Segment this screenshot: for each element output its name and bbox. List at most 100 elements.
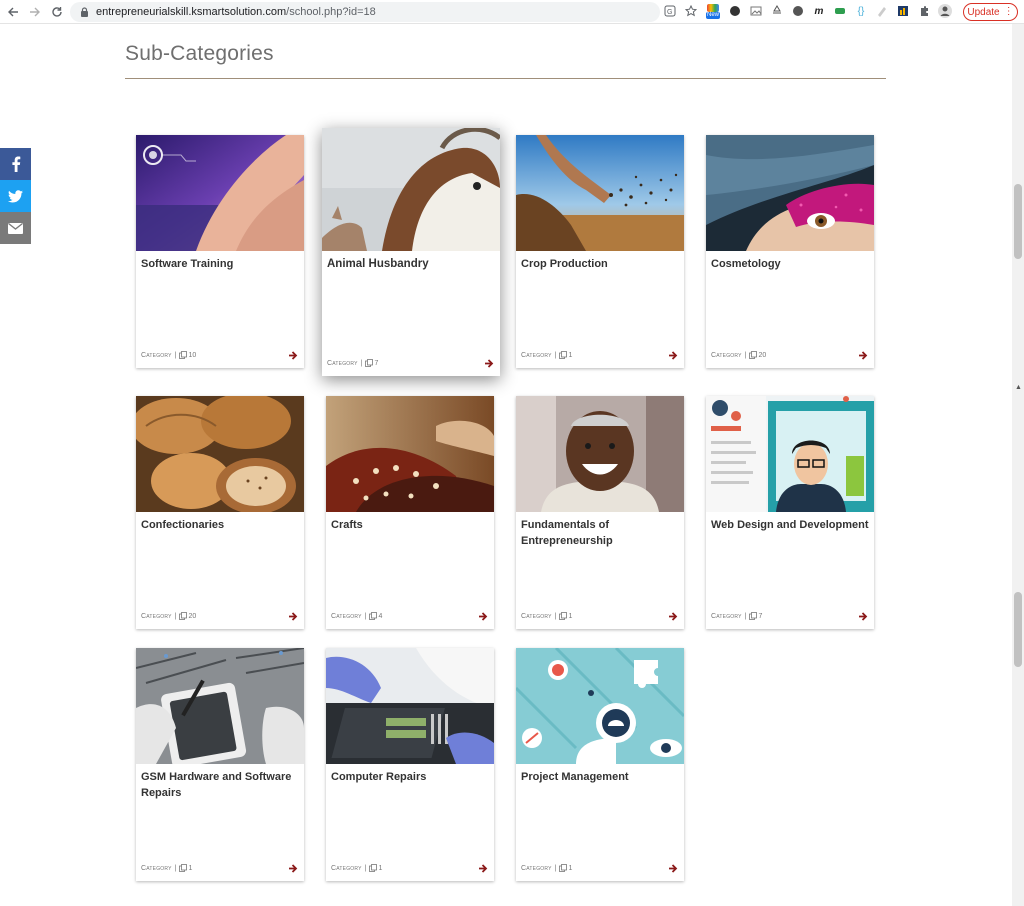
card-count: 1 [568,612,573,620]
scroll-up-arrow-icon[interactable]: ▲ [1015,384,1022,391]
arrow-right-icon[interactable] [859,612,868,621]
profile-avatar-icon[interactable] [937,3,953,19]
translate-icon[interactable]: G [662,3,678,19]
card-title[interactable]: Web Design and Development [711,517,869,533]
subcategory-card-project-management[interactable]: Project Management Category | 1 [516,648,684,881]
card-count: 1 [568,351,573,359]
card-type-label: Category [331,612,362,620]
card-title[interactable]: Animal Husbandry [327,256,485,272]
subcategory-card-cosmetology[interactable]: Cosmetology Category | 20 [706,135,874,368]
card-meta: Category | 10 [141,351,197,359]
more-menu-icon: ⋮ [1003,6,1014,17]
twitter-icon [8,189,23,202]
subcategory-card-fundamentals-of-entrepreneurship[interactable]: Fundamentals of Entrepreneurship Categor… [516,396,684,629]
card-type-label: Category [711,612,742,620]
arrow-right-icon[interactable] [289,864,298,873]
arrow-right-icon[interactable] [485,359,494,368]
card-title[interactable]: Computer Repairs [331,769,489,785]
new-badge: New [705,11,720,19]
card-type-label: Category [331,864,362,872]
copy-icon [559,864,568,872]
card-title[interactable]: Confectionaries [141,517,299,533]
subcategory-card-web-design[interactable]: Web Design and Development Category | 7 [706,396,874,629]
scrollbar-thumb-lower[interactable] [1014,592,1022,667]
arrow-right-icon[interactable] [859,351,868,360]
cosmetology-image [706,135,874,251]
subcategory-card-crafts[interactable]: Crafts Category | 4 [326,396,494,629]
card-type-label: Category [521,612,552,620]
subcategory-card-gsm-repairs[interactable]: GSM Hardware and Software Repairs Catego… [136,648,304,881]
card-title[interactable]: Cosmetology [711,256,869,272]
card-type-label: Category [141,351,172,359]
m-ext-icon[interactable]: m [811,3,827,19]
extensions-icon[interactable] [916,3,932,19]
arrow-right-icon[interactable] [289,612,298,621]
extension-new-icon[interactable]: New [704,3,722,19]
gsm-repairs-image [136,648,304,764]
lock-icon [78,6,90,18]
svg-text:G: G [667,9,672,16]
bracket-ext-icon[interactable]: {} [853,3,869,19]
card-meta: Category | 4 [331,612,383,620]
card-count: 10 [188,351,197,359]
card-title[interactable]: Software Training [141,256,299,272]
copy-icon [179,612,188,620]
arrow-right-icon[interactable] [479,864,488,873]
card-title[interactable]: Project Management [521,769,679,785]
subcategory-card-crop-production[interactable]: Crop Production Category | 1 [516,135,684,368]
green-ext-icon[interactable] [832,3,848,19]
card-type-label: Category [141,612,172,620]
card-count: 1 [188,864,193,872]
bookmark-star-icon[interactable] [683,3,699,19]
card-count: 1 [378,864,383,872]
project-management-image [516,648,684,764]
twitter-share-button[interactable] [0,180,31,212]
arrow-right-icon[interactable] [289,351,298,360]
card-meta: Category | 7 [327,359,379,367]
card-title[interactable]: GSM Hardware and Software Repairs [141,769,299,801]
subcategory-card-animal-husbandry[interactable]: Animal Husbandry Category | 7 [322,128,500,376]
fundamentals-image [516,396,684,512]
copy-icon [365,359,374,367]
page-scrollbar[interactable]: ▲ [1012,24,1024,906]
subcategory-card-confectionaries[interactable]: Confectionaries Category | 20 [136,396,304,629]
heading-divider [125,78,886,79]
arrow-right-icon[interactable] [669,612,678,621]
card-meta: Category | 20 [711,351,767,359]
address-bar[interactable]: entrepreneurialskill.ksmartsolution.com /… [70,2,660,22]
envelope-icon [8,222,23,234]
card-meta: Category | 7 [711,612,763,620]
round-ext-icon[interactable] [790,3,806,19]
pen-ext-icon[interactable] [874,3,890,19]
card-type-label: Category [141,864,172,872]
email-share-button[interactable] [0,212,31,244]
chart-ext-icon[interactable] [895,3,911,19]
card-meta: Category | 1 [141,864,193,872]
copy-icon [749,612,758,620]
subcategory-card-software-training[interactable]: Software Training Category | 10 [136,135,304,368]
back-icon[interactable] [2,1,24,23]
arrow-right-icon[interactable] [479,612,488,621]
forward-icon[interactable] [24,1,46,23]
arrow-right-icon[interactable] [669,351,678,360]
facebook-share-button[interactable] [0,148,31,180]
recycle-ext-icon[interactable] [769,3,785,19]
subcategory-card-computer-repairs[interactable]: Computer Repairs Category | 1 [326,648,494,881]
card-title[interactable]: Fundamentals of Entrepreneurship [521,517,679,549]
reload-icon[interactable] [46,1,68,23]
image-ext-icon[interactable] [748,3,764,19]
puzzle-ext-icon[interactable] [727,3,743,19]
copy-icon [749,351,758,359]
copy-icon [179,351,188,359]
copy-icon [369,612,378,620]
card-title[interactable]: Crafts [331,517,489,533]
card-type-label: Category [521,864,552,872]
update-button[interactable]: Update ⋮ [963,3,1018,21]
url-host: entrepreneurialskill.ksmartsolution.com [96,6,287,18]
arrow-right-icon[interactable] [669,864,678,873]
card-count: 4 [378,612,383,620]
copy-icon [369,864,378,872]
scrollbar-thumb-upper[interactable] [1014,184,1022,259]
card-title[interactable]: Crop Production [521,256,679,272]
card-count: 20 [758,351,767,359]
